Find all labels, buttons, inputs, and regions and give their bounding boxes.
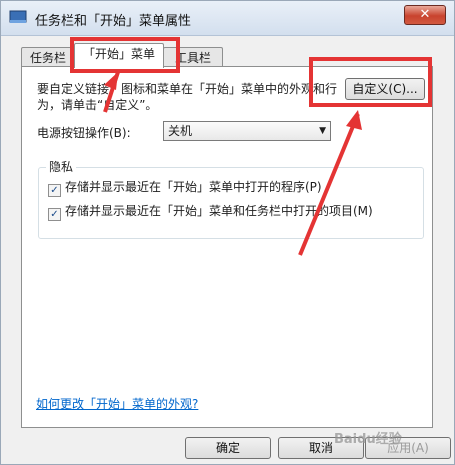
annotation-arrows <box>103 71 362 256</box>
watermark: Baidu经验 <box>334 432 402 447</box>
arrow-line-customize <box>298 113 360 256</box>
arrow-head-customize <box>346 110 362 130</box>
arrow-head-tab <box>104 72 118 90</box>
